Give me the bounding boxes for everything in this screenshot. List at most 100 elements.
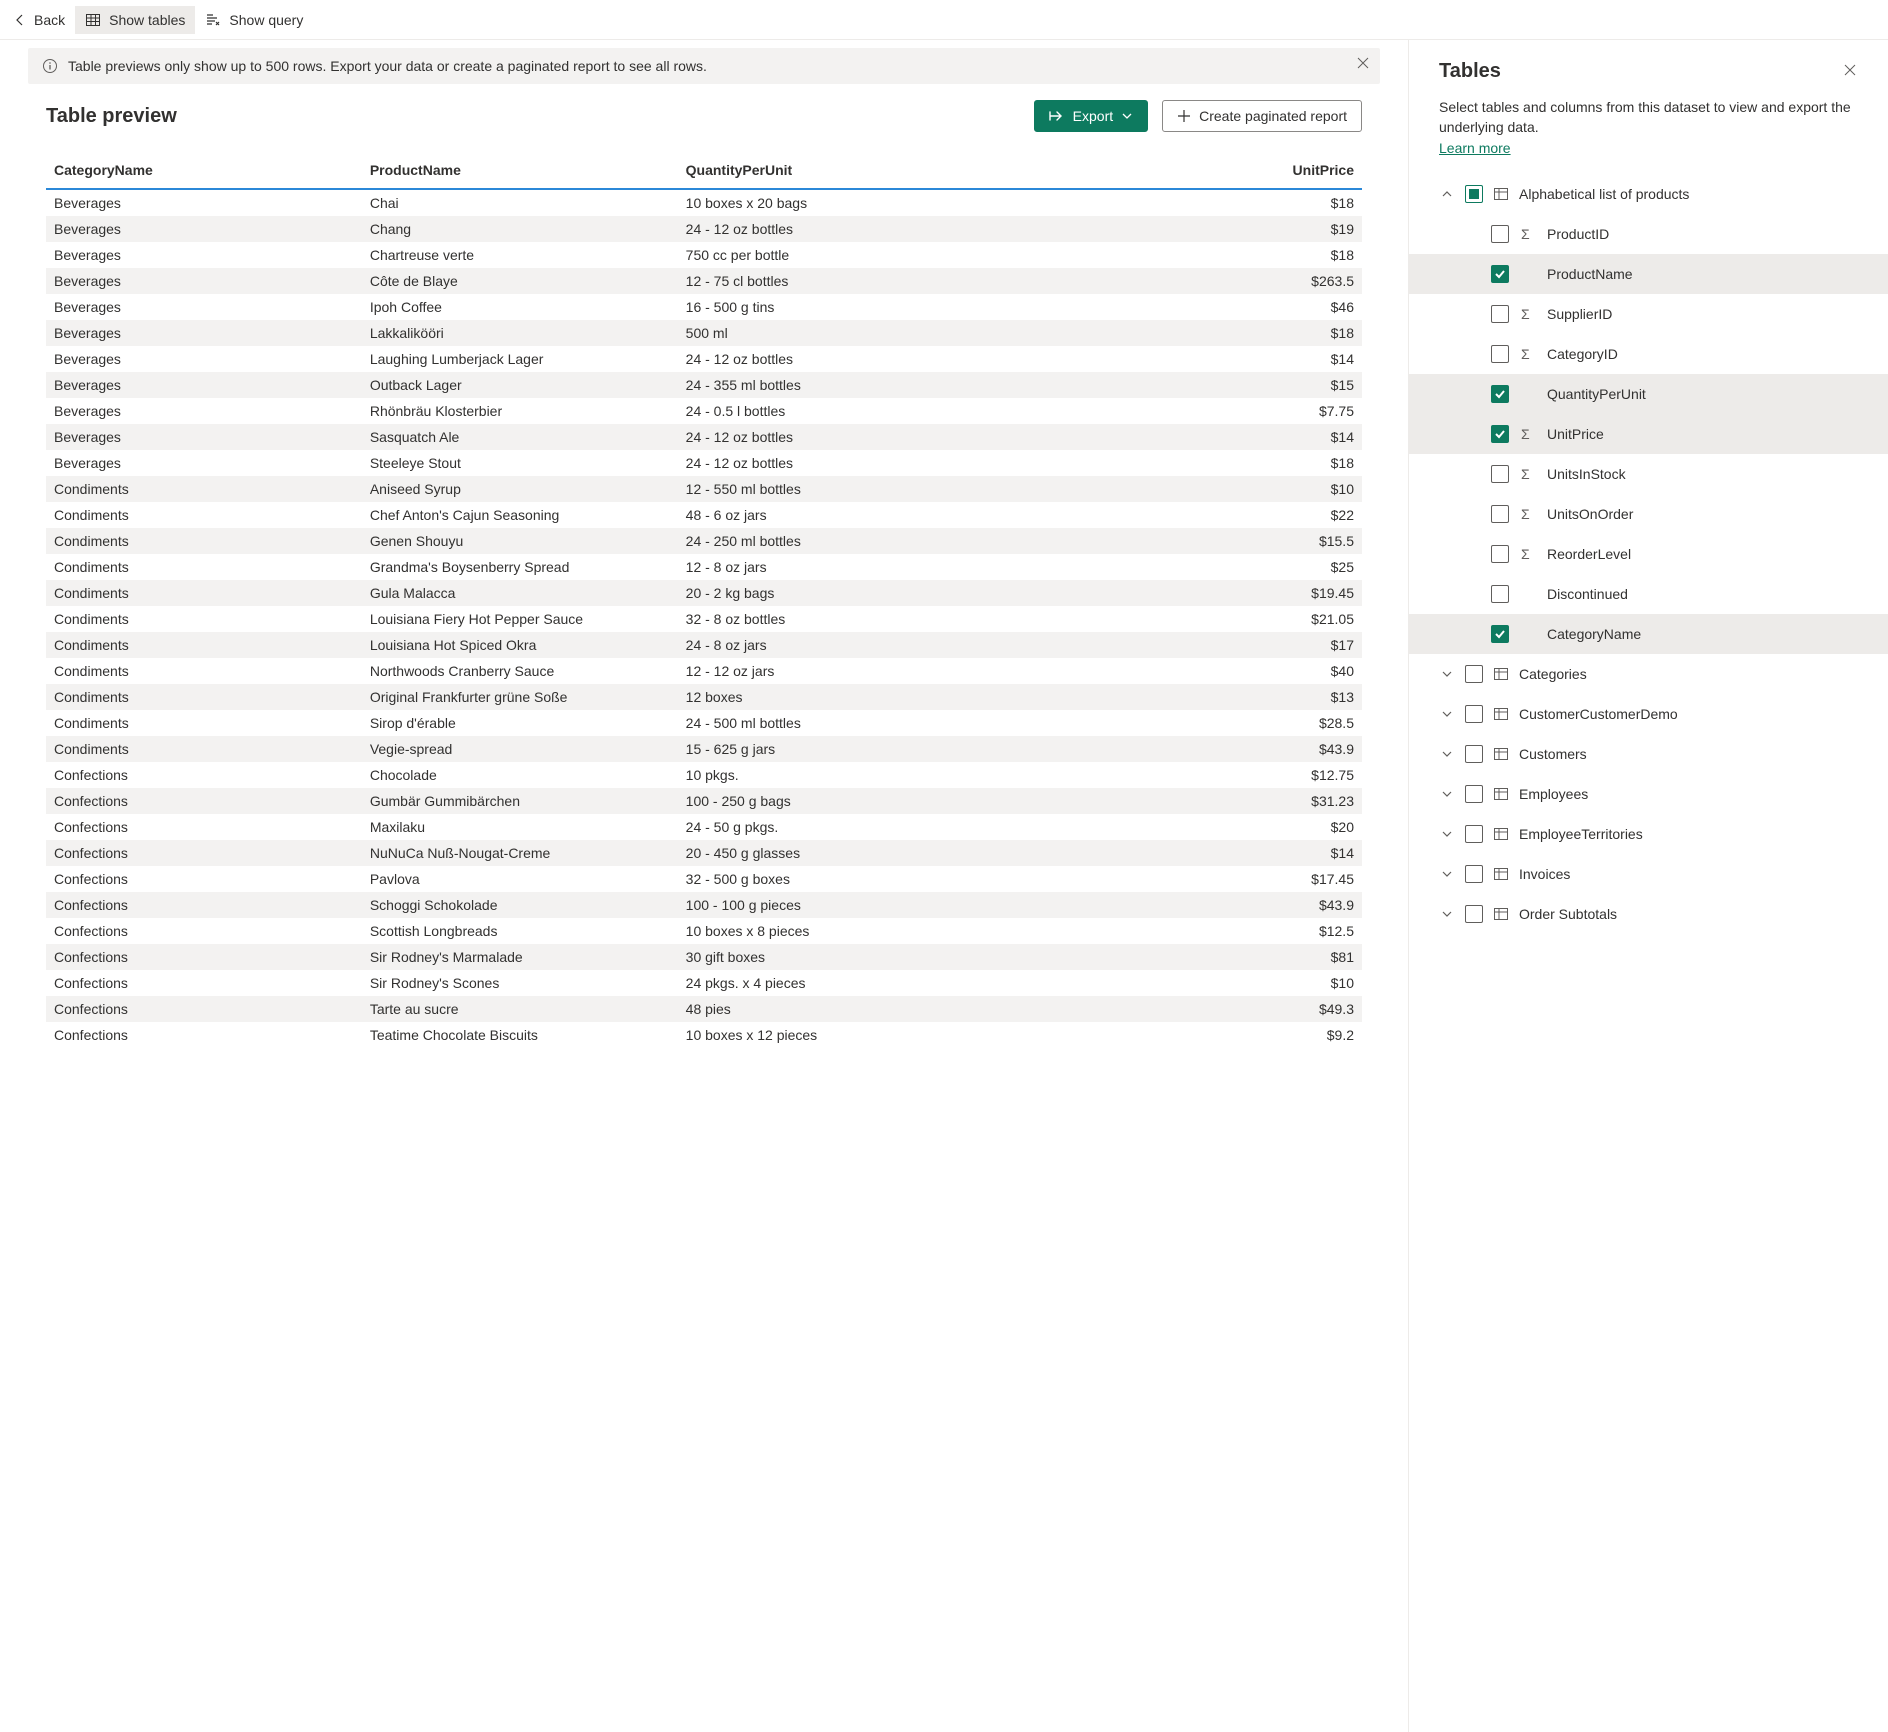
table-checkbox[interactable] <box>1465 905 1483 923</box>
table-cell: 30 gift boxes <box>678 944 1073 970</box>
table-icon <box>1493 866 1509 882</box>
table-tree-item[interactable]: Alphabetical list of products <box>1409 174 1888 214</box>
table-cell: 12 boxes <box>678 684 1073 710</box>
table-tree-item[interactable]: Order Subtotals <box>1409 894 1888 934</box>
table-icon <box>1493 186 1509 202</box>
table-checkbox[interactable] <box>1465 865 1483 883</box>
learn-more-link[interactable]: Learn more <box>1439 140 1511 156</box>
table-cell: 24 - 0.5 l bottles <box>678 398 1073 424</box>
table-cell: Confections <box>46 840 362 866</box>
field-tree-item[interactable]: ΣUnitPrice <box>1409 414 1888 454</box>
table-tree-item[interactable]: Customers <box>1409 734 1888 774</box>
table-cell: 100 - 100 g pieces <box>678 892 1073 918</box>
table-tree-item[interactable]: Invoices <box>1409 854 1888 894</box>
table-cell: $49.3 <box>1072 996 1362 1022</box>
table-cell: 20 - 450 g glasses <box>678 840 1073 866</box>
field-checkbox[interactable] <box>1491 425 1509 443</box>
table-tree-item[interactable]: CustomerCustomerDemo <box>1409 694 1888 734</box>
table-cell: Vegie-spread <box>362 736 678 762</box>
table-row: CondimentsVegie-spread15 - 625 g jars$43… <box>46 736 1362 762</box>
table-cell: Chocolade <box>362 762 678 788</box>
table-cell: 32 - 500 g boxes <box>678 866 1073 892</box>
table-cell: 48 - 6 oz jars <box>678 502 1073 528</box>
show-tables-button[interactable]: Show tables <box>75 6 195 34</box>
table-checkbox[interactable] <box>1465 665 1483 683</box>
table-cell: $14 <box>1072 840 1362 866</box>
table-cell: $20 <box>1072 814 1362 840</box>
sigma-icon: Σ <box>1521 226 1537 242</box>
field-checkbox[interactable] <box>1491 305 1509 323</box>
table-cell: 10 boxes x 20 bags <box>678 189 1073 216</box>
field-tree-item[interactable]: Discontinued <box>1409 574 1888 614</box>
table-cell: 10 pkgs. <box>678 762 1073 788</box>
close-panel-button[interactable] <box>1842 62 1858 81</box>
column-header[interactable]: CategoryName <box>46 152 362 189</box>
field-tree-item[interactable]: ΣReorderLevel <box>1409 534 1888 574</box>
column-header[interactable]: ProductName <box>362 152 678 189</box>
table-row: ConfectionsSir Rodney's Scones24 pkgs. x… <box>46 970 1362 996</box>
field-tree-item[interactable]: ΣUnitsOnOrder <box>1409 494 1888 534</box>
preview-header: Table preview Export Create paginated re… <box>0 84 1408 144</box>
table-cell: Gula Malacca <box>362 580 678 606</box>
show-query-label: Show query <box>229 12 303 28</box>
field-checkbox[interactable] <box>1491 225 1509 243</box>
table-checkbox[interactable] <box>1465 705 1483 723</box>
table-cell: Ipoh Coffee <box>362 294 678 320</box>
field-tree-item[interactable]: ΣSupplierID <box>1409 294 1888 334</box>
field-checkbox[interactable] <box>1491 465 1509 483</box>
table-tree-item[interactable]: EmployeeTerritories <box>1409 814 1888 854</box>
field-tree-item[interactable]: ΣProductID <box>1409 214 1888 254</box>
table-cell: 12 - 12 oz jars <box>678 658 1073 684</box>
info-text: Table previews only show up to 500 rows.… <box>68 58 707 74</box>
table-cell: Sirop d'érable <box>362 710 678 736</box>
table-checkbox[interactable] <box>1465 185 1483 203</box>
field-tree-item[interactable]: ΣCategoryID <box>1409 334 1888 374</box>
table-row: ConfectionsSchoggi Schokolade100 - 100 g… <box>46 892 1362 918</box>
field-checkbox[interactable] <box>1491 505 1509 523</box>
table-cell: $19.45 <box>1072 580 1362 606</box>
back-button[interactable]: Back <box>4 6 75 34</box>
back-label: Back <box>34 12 65 28</box>
field-checkbox[interactable] <box>1491 545 1509 563</box>
show-query-button[interactable]: Show query <box>195 6 313 34</box>
table-cell: $18 <box>1072 320 1362 346</box>
table-cell: Grandma's Boysenberry Spread <box>362 554 678 580</box>
table-checkbox[interactable] <box>1465 825 1483 843</box>
table-row: ConfectionsMaxilaku24 - 50 g pkgs.$20 <box>46 814 1362 840</box>
table-tree-item[interactable]: Categories <box>1409 654 1888 694</box>
table-name: Categories <box>1519 666 1587 682</box>
table-row: CondimentsAniseed Syrup12 - 550 ml bottl… <box>46 476 1362 502</box>
table-cell: Schoggi Schokolade <box>362 892 678 918</box>
close-info-button[interactable] <box>1356 56 1370 73</box>
data-table: CategoryNameProductNameQuantityPerUnitUn… <box>46 152 1362 1048</box>
field-checkbox[interactable] <box>1491 625 1509 643</box>
info-icon <box>42 58 58 74</box>
column-header[interactable]: UnitPrice <box>1072 152 1362 189</box>
table-checkbox[interactable] <box>1465 745 1483 763</box>
field-checkbox[interactable] <box>1491 585 1509 603</box>
create-report-button[interactable]: Create paginated report <box>1162 100 1362 132</box>
table-cell: Confections <box>46 762 362 788</box>
column-header[interactable]: QuantityPerUnit <box>678 152 1073 189</box>
export-button[interactable]: Export <box>1034 100 1148 132</box>
table-cell: Chartreuse verte <box>362 242 678 268</box>
field-checkbox[interactable] <box>1491 265 1509 283</box>
table-cell: Condiments <box>46 684 362 710</box>
table-cell: 100 - 250 g bags <box>678 788 1073 814</box>
table-scroll-area[interactable]: CategoryNameProductNameQuantityPerUnitUn… <box>0 144 1408 1732</box>
table-cell: Sir Rodney's Scones <box>362 970 678 996</box>
table-cell: $10 <box>1072 970 1362 996</box>
field-name: CategoryID <box>1547 346 1618 362</box>
table-row: CondimentsGenen Shouyu24 - 250 ml bottle… <box>46 528 1362 554</box>
field-tree-item[interactable]: ΣUnitsInStock <box>1409 454 1888 494</box>
table-checkbox[interactable] <box>1465 785 1483 803</box>
chevron-down-icon <box>1439 868 1455 880</box>
field-tree-item[interactable]: CategoryName <box>1409 614 1888 654</box>
field-tree-item[interactable]: QuantityPerUnit <box>1409 374 1888 414</box>
table-cell: 48 pies <box>678 996 1073 1022</box>
field-checkbox[interactable] <box>1491 385 1509 403</box>
field-tree-item[interactable]: ProductName <box>1409 254 1888 294</box>
field-checkbox[interactable] <box>1491 345 1509 363</box>
table-tree-item[interactable]: Employees <box>1409 774 1888 814</box>
chevron-up-icon <box>1439 188 1455 200</box>
